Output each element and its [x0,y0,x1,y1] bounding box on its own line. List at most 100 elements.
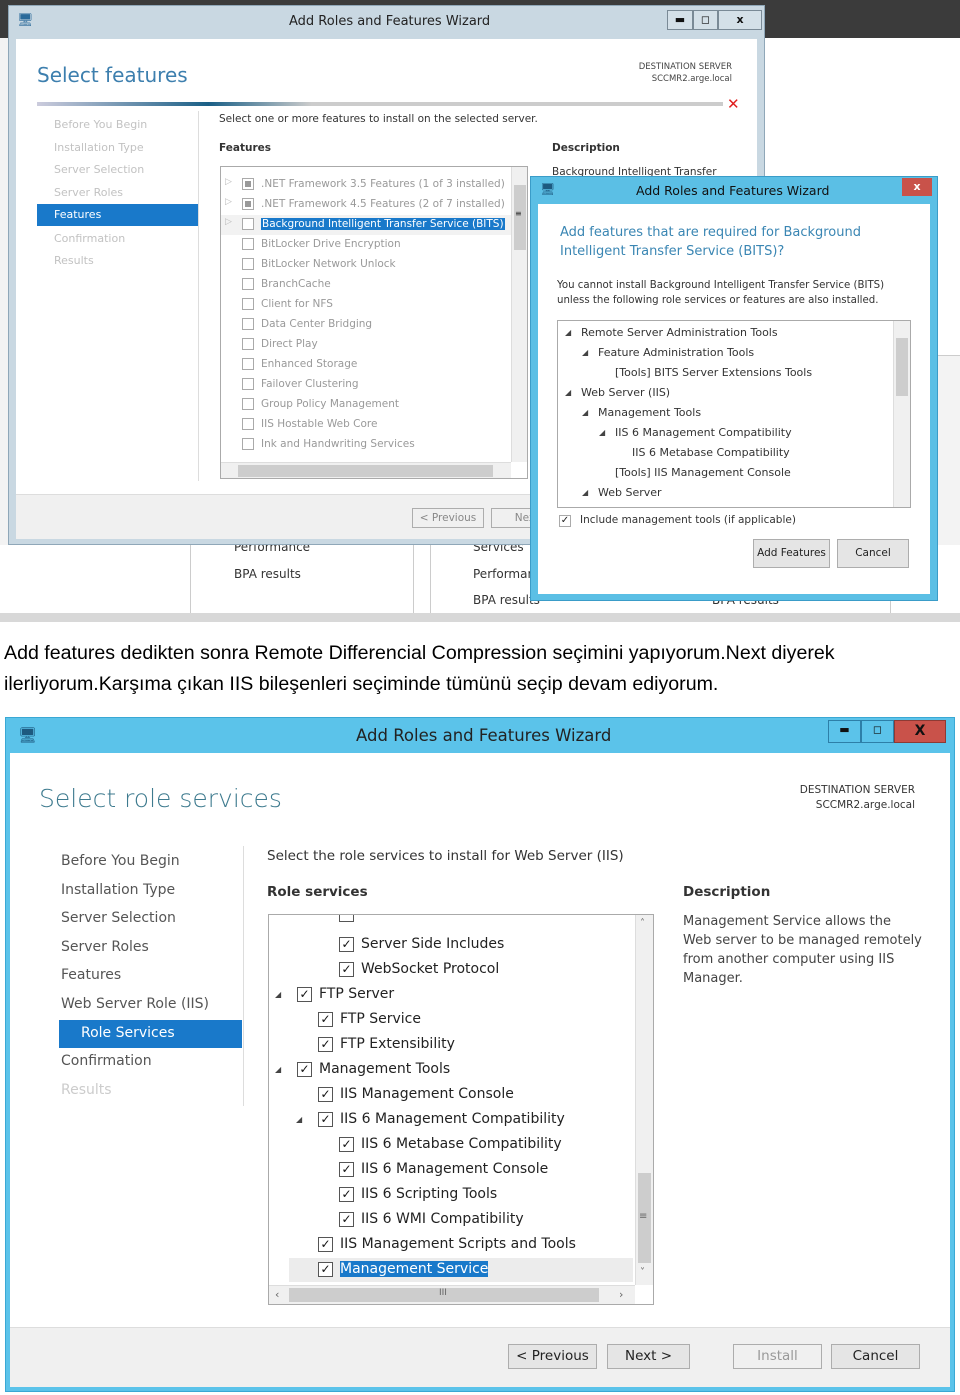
role-service-row[interactable]: ✓ IIS 6 Management Console [269,1158,635,1182]
role-service-row[interactable]: ✓ IIS 6 WMI Compatibility [269,1208,635,1232]
sidebar-item-installation-type[interactable]: Installation Type [54,141,144,154]
feature-checkbox[interactable] [242,238,254,250]
vertical-scrollbar[interactable] [893,321,910,507]
collapse-arrow-icon[interactable]: ◢ [296,1115,302,1124]
role-service-row[interactable]: ✓ Management Service [289,1258,633,1282]
sidebar-item-features[interactable]: Features [61,967,121,983]
role-service-checkbox[interactable]: ✓ [318,1262,333,1277]
feature-checkbox[interactable] [242,318,254,330]
sidebar-item-confirmation[interactable]: Confirmation [61,1053,152,1069]
feature-checkbox[interactable] [242,418,254,430]
role-service-checkbox[interactable]: ✓ [318,1037,333,1052]
sidebar-item-installation-type[interactable]: Installation Type [61,882,175,898]
cancel-button[interactable]: Cancel [837,539,909,568]
feature-row[interactable]: BranchCache [221,275,511,295]
maximize-button[interactable]: ◻ [861,720,894,743]
role-service-checkbox[interactable]: ✓ [339,1162,354,1177]
feature-checkbox[interactable] [242,358,254,370]
expand-arrow-icon[interactable]: ▷ [225,197,232,207]
feature-checkbox[interactable] [242,398,254,410]
feature-row[interactable]: Group Policy Management [221,395,511,415]
collapse-arrow-icon[interactable]: ◢ [275,1065,281,1074]
feature-checkbox[interactable] [242,258,254,270]
role-service-checkbox[interactable]: ✓ [339,962,354,977]
collapse-arrow-icon[interactable]: ◢ [599,428,605,437]
feature-row[interactable]: Failover Clustering [221,375,511,395]
feature-checkbox[interactable] [242,298,254,310]
close-button[interactable]: X [894,720,946,743]
role-service-checkbox[interactable]: ✓ [339,1187,354,1202]
feature-row[interactable]: IIS Hostable Web Core [221,415,511,435]
feature-row[interactable]: BitLocker Drive Encryption [221,235,511,255]
feature-checkbox[interactable] [242,218,254,230]
scroll-down-icon[interactable]: ˅ [640,1267,645,1278]
next-button[interactable]: Next > [607,1344,690,1369]
sidebar-item-before-you-begin[interactable]: Before You Begin [54,118,147,131]
feature-row[interactable]: Ink and Handwriting Services [221,435,511,455]
role-service-checkbox[interactable]: ✓ [318,1012,333,1027]
role-service-checkbox[interactable]: ✓ [318,1237,333,1252]
sidebar-item-role-services[interactable]: Role Services [59,1019,242,1048]
feature-checkbox[interactable] [242,278,254,290]
role-service-row[interactable]: ◢ ✓ IIS 6 Management Compatibility [269,1108,635,1132]
role-service-checkbox[interactable]: ✓ [339,937,354,952]
role-service-checkbox[interactable]: ✓ [318,1087,333,1102]
feature-row[interactable]: BitLocker Network Unlock [221,255,511,275]
sidebar-item-results[interactable]: Results [54,254,94,267]
scroll-right-icon[interactable]: › [619,1288,623,1301]
expand-arrow-icon[interactable]: ▷ [225,177,232,187]
maximize-button[interactable]: ◻ [693,10,718,30]
feature-row[interactable]: ▷ .NET Framework 3.5 Features (1 of 3 ins… [221,175,511,195]
horizontal-scrollbar[interactable]: ‹ III › [269,1285,635,1304]
scroll-up-icon[interactable]: ˄ [640,918,645,929]
feature-checkbox[interactable] [242,338,254,350]
role-service-checkbox[interactable]: ✓ [339,1212,354,1227]
include-tools-checkbox[interactable]: ✓ [559,515,571,527]
role-service-row[interactable]: ✓ IIS Management Scripts and Tools [269,1233,635,1257]
role-service-row[interactable]: ✓ WebSocket Protocol [269,958,635,982]
sidebar-item-results[interactable]: Results [61,1082,112,1098]
horizontal-scrollbar[interactable] [221,462,511,478]
cancel-button[interactable]: Cancel [831,1344,920,1369]
role-service-checkbox[interactable]: ✓ [318,1112,333,1127]
feature-checkbox[interactable] [242,378,254,390]
role-service-row[interactable]: ✓ IIS Management Console [269,1083,635,1107]
feature-row[interactable]: Data Center Bridging [221,315,511,335]
collapse-arrow-icon[interactable]: ◢ [582,348,588,357]
required-features-tree[interactable]: ◢ Remote Server Administration Tools ◢ Feat… [557,320,911,508]
sidebar-item-web-server-role-iis-[interactable]: Web Server Role (IIS) [61,996,209,1012]
feature-checkbox[interactable] [242,178,254,190]
role-service-checkbox[interactable]: ✓ [297,1062,312,1077]
feature-row[interactable]: Direct Play [221,335,511,355]
role-service-row[interactable]: ✓ IIS 6 Scripting Tools [269,1183,635,1207]
scroll-left-icon[interactable]: ‹ [275,1288,279,1301]
sidebar-item-features[interactable]: Features [37,203,198,226]
collapse-arrow-icon[interactable]: ◢ [582,408,588,417]
feature-row[interactable]: ▷ .NET Framework 4.5 Features (2 of 7 ins… [221,195,511,215]
sidebar-item-server-selection[interactable]: Server Selection [54,163,144,176]
feature-checkbox[interactable] [242,198,254,210]
role-service-checkbox[interactable]: ✓ [339,1137,354,1152]
feature-checkbox[interactable] [242,438,254,450]
sidebar-item-server-roles[interactable]: Server Roles [61,939,149,955]
vertical-scrollbar[interactable]: ˄ ≡ ˅ [635,915,653,1285]
collapse-arrow-icon[interactable]: ◢ [582,488,588,497]
install-button[interactable]: Install [733,1344,822,1369]
features-list[interactable]: ▷ .NET Framework 3.5 Features (1 of 3 ins… [220,166,528,479]
role-services-tree[interactable]: ✓ Server Side Includes ✓ WebSocket Protocol… [268,914,654,1305]
sidebar-item-before-you-begin[interactable]: Before You Begin [61,853,180,869]
role-service-checkbox[interactable]: ✓ [297,987,312,1002]
feature-row[interactable]: ▷ Background Intelligent Transfer Service… [221,215,511,235]
close-button[interactable]: x [718,10,762,30]
sidebar-item-confirmation[interactable]: Confirmation [54,232,125,245]
minimize-button[interactable]: ▬ [828,720,861,743]
collapse-arrow-icon[interactable]: ◢ [275,990,281,999]
vertical-scrollbar[interactable]: ≡ [511,167,527,462]
role-service-row[interactable]: ✓ IIS 6 Metabase Compatibility [269,1133,635,1157]
minimize-button[interactable]: ▬ [667,10,693,30]
feature-row[interactable]: Enhanced Storage [221,355,511,375]
role-service-row[interactable]: ◢ ✓ FTP Server [269,983,635,1007]
previous-button[interactable]: < Previous [412,508,484,528]
role-service-row[interactable]: ✓ Server Side Includes [269,933,635,957]
add-features-button[interactable]: Add Features [753,539,830,568]
